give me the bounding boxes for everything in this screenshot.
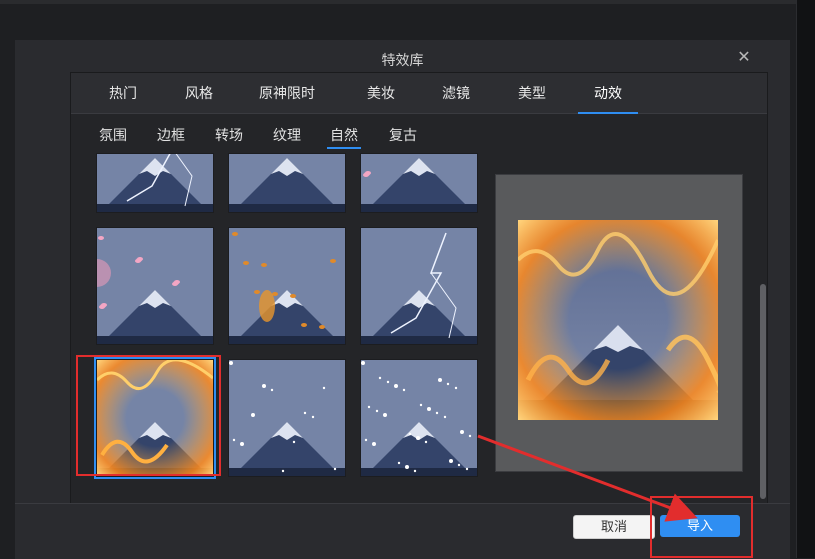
tab-hot[interactable]: 热门	[99, 73, 147, 113]
effect-thumbnail-falling-leaves[interactable]	[228, 227, 346, 345]
subtab-nature[interactable]: 自然	[327, 123, 361, 149]
close-icon[interactable]: ✕	[735, 49, 753, 67]
tab-style[interactable]: 风格	[175, 73, 223, 113]
scrollbar[interactable]	[760, 186, 766, 506]
effects-panel: 热门 风格 原神限时 美妆 滤镜 美型 动效 氛围 边框 转场 纹理 自然 复古	[70, 72, 768, 505]
effect-thumbnail-lightning[interactable]	[360, 227, 478, 345]
tab-filter[interactable]: 滤镜	[432, 73, 480, 113]
subtab-atmosphere[interactable]: 氛围	[97, 123, 129, 147]
preview-image	[518, 220, 718, 420]
tab-genshin[interactable]: 原神限时	[252, 73, 322, 113]
effect-thumbnail-snow[interactable]	[228, 359, 346, 477]
cancel-button[interactable]: 取消	[573, 515, 655, 539]
window-top-edge	[0, 0, 815, 4]
preview-panel	[495, 174, 743, 472]
dialog-footer: 取消 导入	[15, 503, 790, 559]
selected-effect-indicator	[94, 357, 216, 479]
subtab-border[interactable]: 边框	[155, 123, 187, 147]
effects-library-dialog: 特效库 ✕ 热门 风格 原神限时 美妆 滤镜 美型 动效 氛围 边框 转场 纹理…	[15, 40, 790, 559]
subtab-retro[interactable]: 复古	[387, 123, 419, 147]
category-tabs: 热门 风格 原神限时 美妆 滤镜 美型 动效	[71, 73, 767, 114]
scrollbar-thumb[interactable]	[760, 284, 766, 499]
effect-thumbnail-rain-lightning-light[interactable]	[96, 153, 214, 213]
effect-thumbnail-cherry-blossom-petals[interactable]	[96, 227, 214, 345]
effect-thumbnail-heavy-snow[interactable]	[360, 359, 478, 477]
subtab-texture[interactable]: 纹理	[271, 123, 303, 147]
import-button[interactable]: 导入	[660, 515, 740, 537]
subtab-transition[interactable]: 转场	[213, 123, 245, 147]
dialog-title: 特效库	[381, 52, 424, 68]
effect-thumbnail-plain[interactable]	[228, 153, 346, 213]
tab-motion-effects[interactable]: 动效	[578, 73, 638, 114]
subcategory-tabs: 氛围 边框 转场 纹理 自然 复古	[71, 121, 501, 151]
side-panel-edge	[796, 0, 815, 558]
tab-beauty-shape[interactable]: 美型	[508, 73, 556, 113]
effect-thumbnail-petals-light[interactable]	[360, 153, 478, 213]
tab-makeup[interactable]: 美妆	[357, 73, 405, 113]
